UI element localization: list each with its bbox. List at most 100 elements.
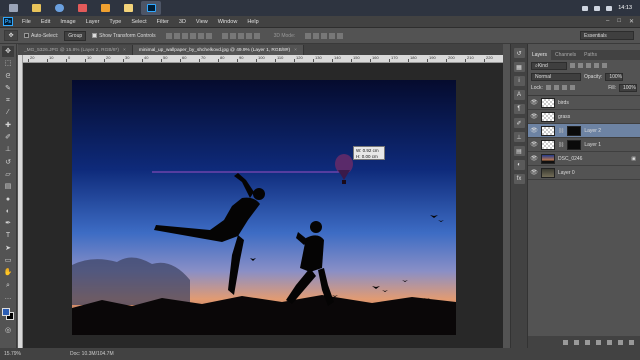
filter-kind-dropdown[interactable]: ⌕ Kind — [531, 61, 567, 70]
layer-row-grass[interactable]: 👁 grass — [528, 110, 640, 124]
doc-size-info[interactable]: Doc: 10.3M/104.7M — [40, 351, 114, 357]
new-group-icon[interactable] — [607, 339, 612, 345]
close-tab-icon[interactable]: × — [123, 48, 126, 53]
healing-brush-tool-icon[interactable]: ✚ — [2, 120, 14, 131]
marquee-tool-icon[interactable]: ⬚ — [2, 58, 14, 69]
network-icon[interactable] — [594, 5, 601, 11]
menu-select[interactable]: Select — [126, 19, 151, 25]
workspace-dropdown[interactable]: Essentials — [580, 31, 634, 40]
maximize-icon[interactable]: □ — [617, 18, 621, 25]
history-panel-icon[interactable]: ↺ — [513, 48, 525, 58]
blur-tool-icon[interactable]: ● — [2, 194, 14, 205]
eye-icon[interactable]: 👁 — [530, 113, 538, 121]
adjustments-panel-icon[interactable]: ◐ — [513, 160, 525, 170]
layer-style-icon[interactable] — [574, 339, 579, 345]
eye-icon[interactable]: 👁 — [530, 155, 538, 163]
lock-transparent-icon[interactable] — [545, 85, 551, 90]
new-layer-icon[interactable] — [618, 339, 623, 345]
menu-filter[interactable]: Filter — [152, 19, 174, 25]
doc-tab-mg5326[interactable]: _MG_5326.JPG @ 15.8% (Layer 2, RGB/8*) × — [18, 45, 133, 55]
menu-image[interactable]: Image — [55, 19, 80, 25]
tab-layers[interactable]: Layers — [528, 50, 552, 60]
taskbar-folder[interactable] — [118, 1, 138, 15]
styles-panel-icon[interactable]: fx — [513, 174, 525, 184]
menu-3d[interactable]: 3D — [174, 19, 191, 25]
distribute-middle-icon[interactable] — [229, 32, 236, 39]
filter-type-icon[interactable] — [586, 63, 591, 68]
pen-tool-icon[interactable]: ✒ — [2, 218, 14, 229]
align-bottom-icon[interactable] — [181, 32, 188, 39]
lasso-tool-icon[interactable]: ᘓ — [2, 71, 14, 82]
menu-file[interactable]: File — [17, 19, 36, 25]
blend-mode-dropdown[interactable]: Normal — [531, 72, 581, 81]
align-center-icon[interactable] — [197, 32, 204, 39]
add-mask-icon[interactable] — [585, 339, 590, 345]
move-tool-icon[interactable]: ✥ — [2, 46, 14, 57]
3d-slide-icon[interactable] — [329, 32, 336, 39]
doc-tab-minimal-wallpaper[interactable]: minimal_up_wallpaper_by_shchelkovd.jpg @… — [132, 45, 304, 55]
swatches-panel-icon[interactable]: ▤ — [513, 146, 525, 156]
menu-help[interactable]: Help — [242, 19, 263, 25]
taskbar-file-explorer[interactable] — [26, 1, 46, 15]
brush-tool-icon[interactable]: ✐ — [2, 132, 14, 143]
crop-tool-icon[interactable]: ⌗ — [2, 95, 14, 106]
layer-row-dsc-0246[interactable]: 👁 DSC_0246 ▣ — [528, 152, 640, 166]
filter-shape-icon[interactable] — [594, 63, 599, 68]
align-left-icon[interactable] — [189, 32, 196, 39]
tab-channels[interactable]: Channels — [551, 52, 580, 58]
fill-field[interactable]: 100% — [619, 83, 637, 92]
eyedropper-tool-icon[interactable]: ⁄ — [2, 107, 14, 118]
taskbar-photoshop[interactable] — [141, 1, 161, 15]
delete-layer-icon[interactable] — [629, 339, 634, 345]
show-transform-option[interactable]: Show Transform Controls — [92, 33, 156, 39]
taskbar-browser[interactable] — [49, 1, 69, 15]
eye-icon[interactable]: 👁 — [530, 127, 538, 135]
3d-rotate-icon[interactable] — [305, 32, 312, 39]
start-button[interactable] — [3, 1, 23, 15]
layer-mask-thumbnail[interactable] — [567, 139, 582, 150]
auto-select-dropdown[interactable]: Group — [64, 30, 87, 41]
distribute-left-icon[interactable] — [245, 32, 252, 39]
filter-pixel-icon[interactable] — [570, 63, 575, 68]
horizontal-ruler[interactable]: 20 10 0 10 20 30 40 50 60 70 80 90 100 110 120 130 140 15… — [22, 55, 503, 63]
lock-all-icon[interactable] — [569, 85, 575, 90]
mask-link-icon[interactable]: ⛓ — [558, 142, 564, 148]
dodge-tool-icon[interactable]: ◐ — [2, 206, 14, 217]
3d-pan-icon[interactable] — [321, 32, 328, 39]
character-panel-icon[interactable]: A — [513, 90, 525, 100]
opacity-field[interactable]: 100% — [605, 72, 624, 81]
menu-type[interactable]: Type — [104, 19, 126, 25]
show-transform-checkbox[interactable] — [92, 33, 98, 38]
distribute-right-icon[interactable] — [253, 32, 260, 39]
layer-row-layer-1[interactable]: 👁 ⛓ Layer 1 — [528, 138, 640, 152]
minimize-icon[interactable]: – — [606, 18, 609, 25]
mask-link-icon[interactable]: ⛓ — [558, 128, 564, 134]
adjustment-layer-icon[interactable] — [596, 339, 601, 345]
clone-stamp-tool-icon[interactable]: ⊥ — [2, 144, 14, 155]
align-top-icon[interactable] — [165, 32, 172, 39]
lock-position-icon[interactable] — [561, 85, 567, 90]
lock-image-icon[interactable] — [553, 85, 559, 90]
hand-tool-icon[interactable]: ✋ — [2, 267, 14, 278]
eye-icon[interactable]: 👁 — [530, 169, 538, 177]
zoom-level[interactable]: 15.79% — [0, 351, 40, 357]
menu-view[interactable]: View — [191, 19, 213, 25]
layer-row-layer-0[interactable]: 👁 Layer 0 — [528, 166, 640, 180]
close-icon[interactable]: ✕ — [629, 18, 634, 25]
color-swatches[interactable] — [1, 308, 15, 321]
tab-paths[interactable]: Paths — [580, 52, 601, 58]
align-middle-icon[interactable] — [173, 32, 180, 39]
quick-select-tool-icon[interactable]: ✎ — [2, 83, 14, 94]
auto-select-checkbox[interactable] — [24, 33, 29, 38]
3d-scale-icon[interactable] — [337, 32, 344, 39]
eye-icon[interactable]: 👁 — [530, 99, 538, 107]
distribute-bottom-icon[interactable] — [237, 32, 244, 39]
link-layers-icon[interactable] — [563, 339, 568, 345]
foreground-color-swatch[interactable] — [1, 308, 10, 317]
layer-row-layer-2[interactable]: 👁 ⛓ Layer 2 — [528, 124, 640, 138]
menu-window[interactable]: Window — [213, 19, 243, 25]
clone-source-panel-icon[interactable]: ⊥ — [513, 132, 525, 142]
eye-icon[interactable]: 👁 — [530, 141, 538, 149]
menu-layer[interactable]: Layer — [81, 19, 105, 25]
clock[interactable]: 14:13 — [618, 5, 632, 11]
